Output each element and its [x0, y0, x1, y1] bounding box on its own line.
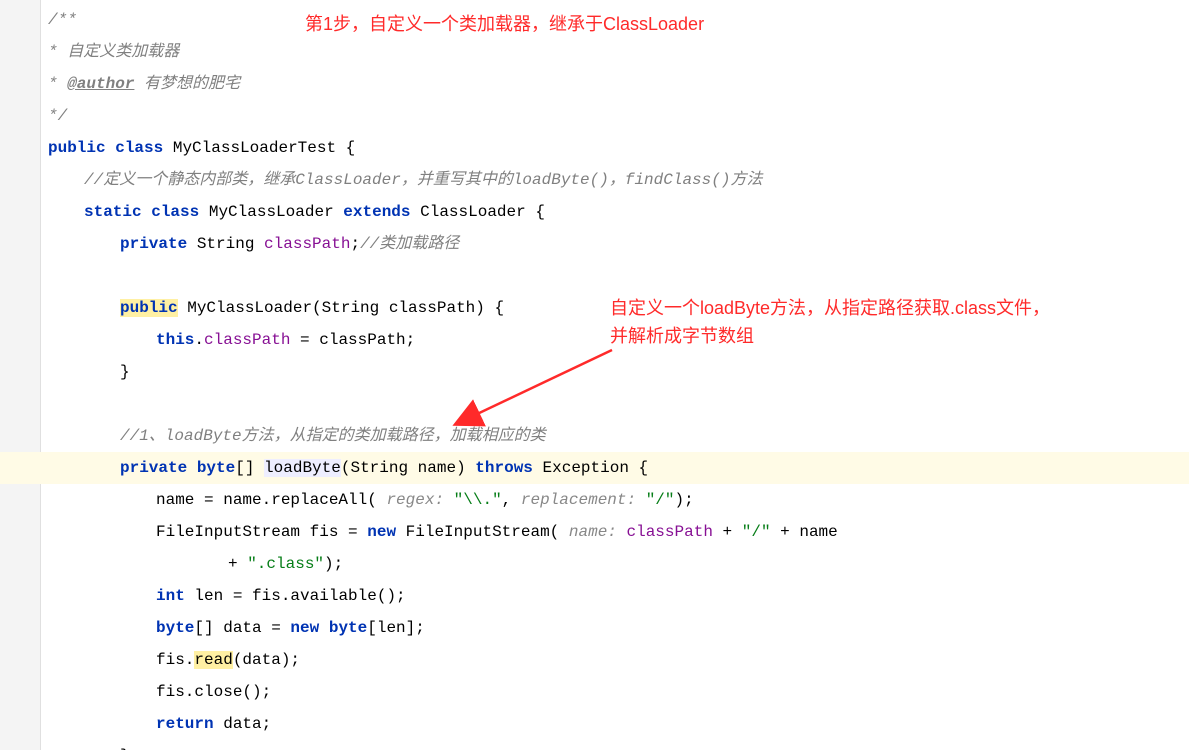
line-comment: //1、loadByte方法，从指定的类加载路径，加载相应的类 [120, 427, 546, 445]
doc-comment: * @author 有梦想的肥宅 [48, 75, 240, 93]
inlay-hint-replacement: replacement: [521, 491, 646, 509]
gutter [0, 0, 41, 750]
class-declaration: public class MyClassLoaderTest { [48, 132, 1189, 164]
inner-class-declaration: static class MyClassLoader extends Class… [48, 196, 1189, 228]
method-declaration-loadbyte: 💡 private byte[] loadByte(String name) t… [0, 452, 1189, 484]
doc-comment: * 自定义类加载器 [48, 43, 179, 61]
author-tag: @author [67, 75, 134, 93]
inlay-hint-regex: regex: [377, 491, 454, 509]
doc-comment: */ [48, 107, 67, 125]
annotation-loadbyte-2: 并解析成字节数组 [610, 324, 754, 349]
annotation-loadbyte-1: 自定义一个loadByte方法，从指定路径获取.class文件， [610, 296, 1050, 321]
annotation-step1: 第1步，自定义一个类加载器，继承于ClassLoader [305, 12, 704, 37]
line-comment: //定义一个静态内部类，继承ClassLoader，并重写其中的loadByte… [84, 171, 762, 189]
field-declaration: private String classPath;//类加载路径 [48, 228, 1189, 260]
code-editor[interactable]: /** * 自定义类加载器 * @author 有梦想的肥宅 */ public… [40, 0, 1189, 750]
doc-comment: /** [48, 11, 77, 29]
inlay-hint-name: name: [559, 523, 626, 541]
